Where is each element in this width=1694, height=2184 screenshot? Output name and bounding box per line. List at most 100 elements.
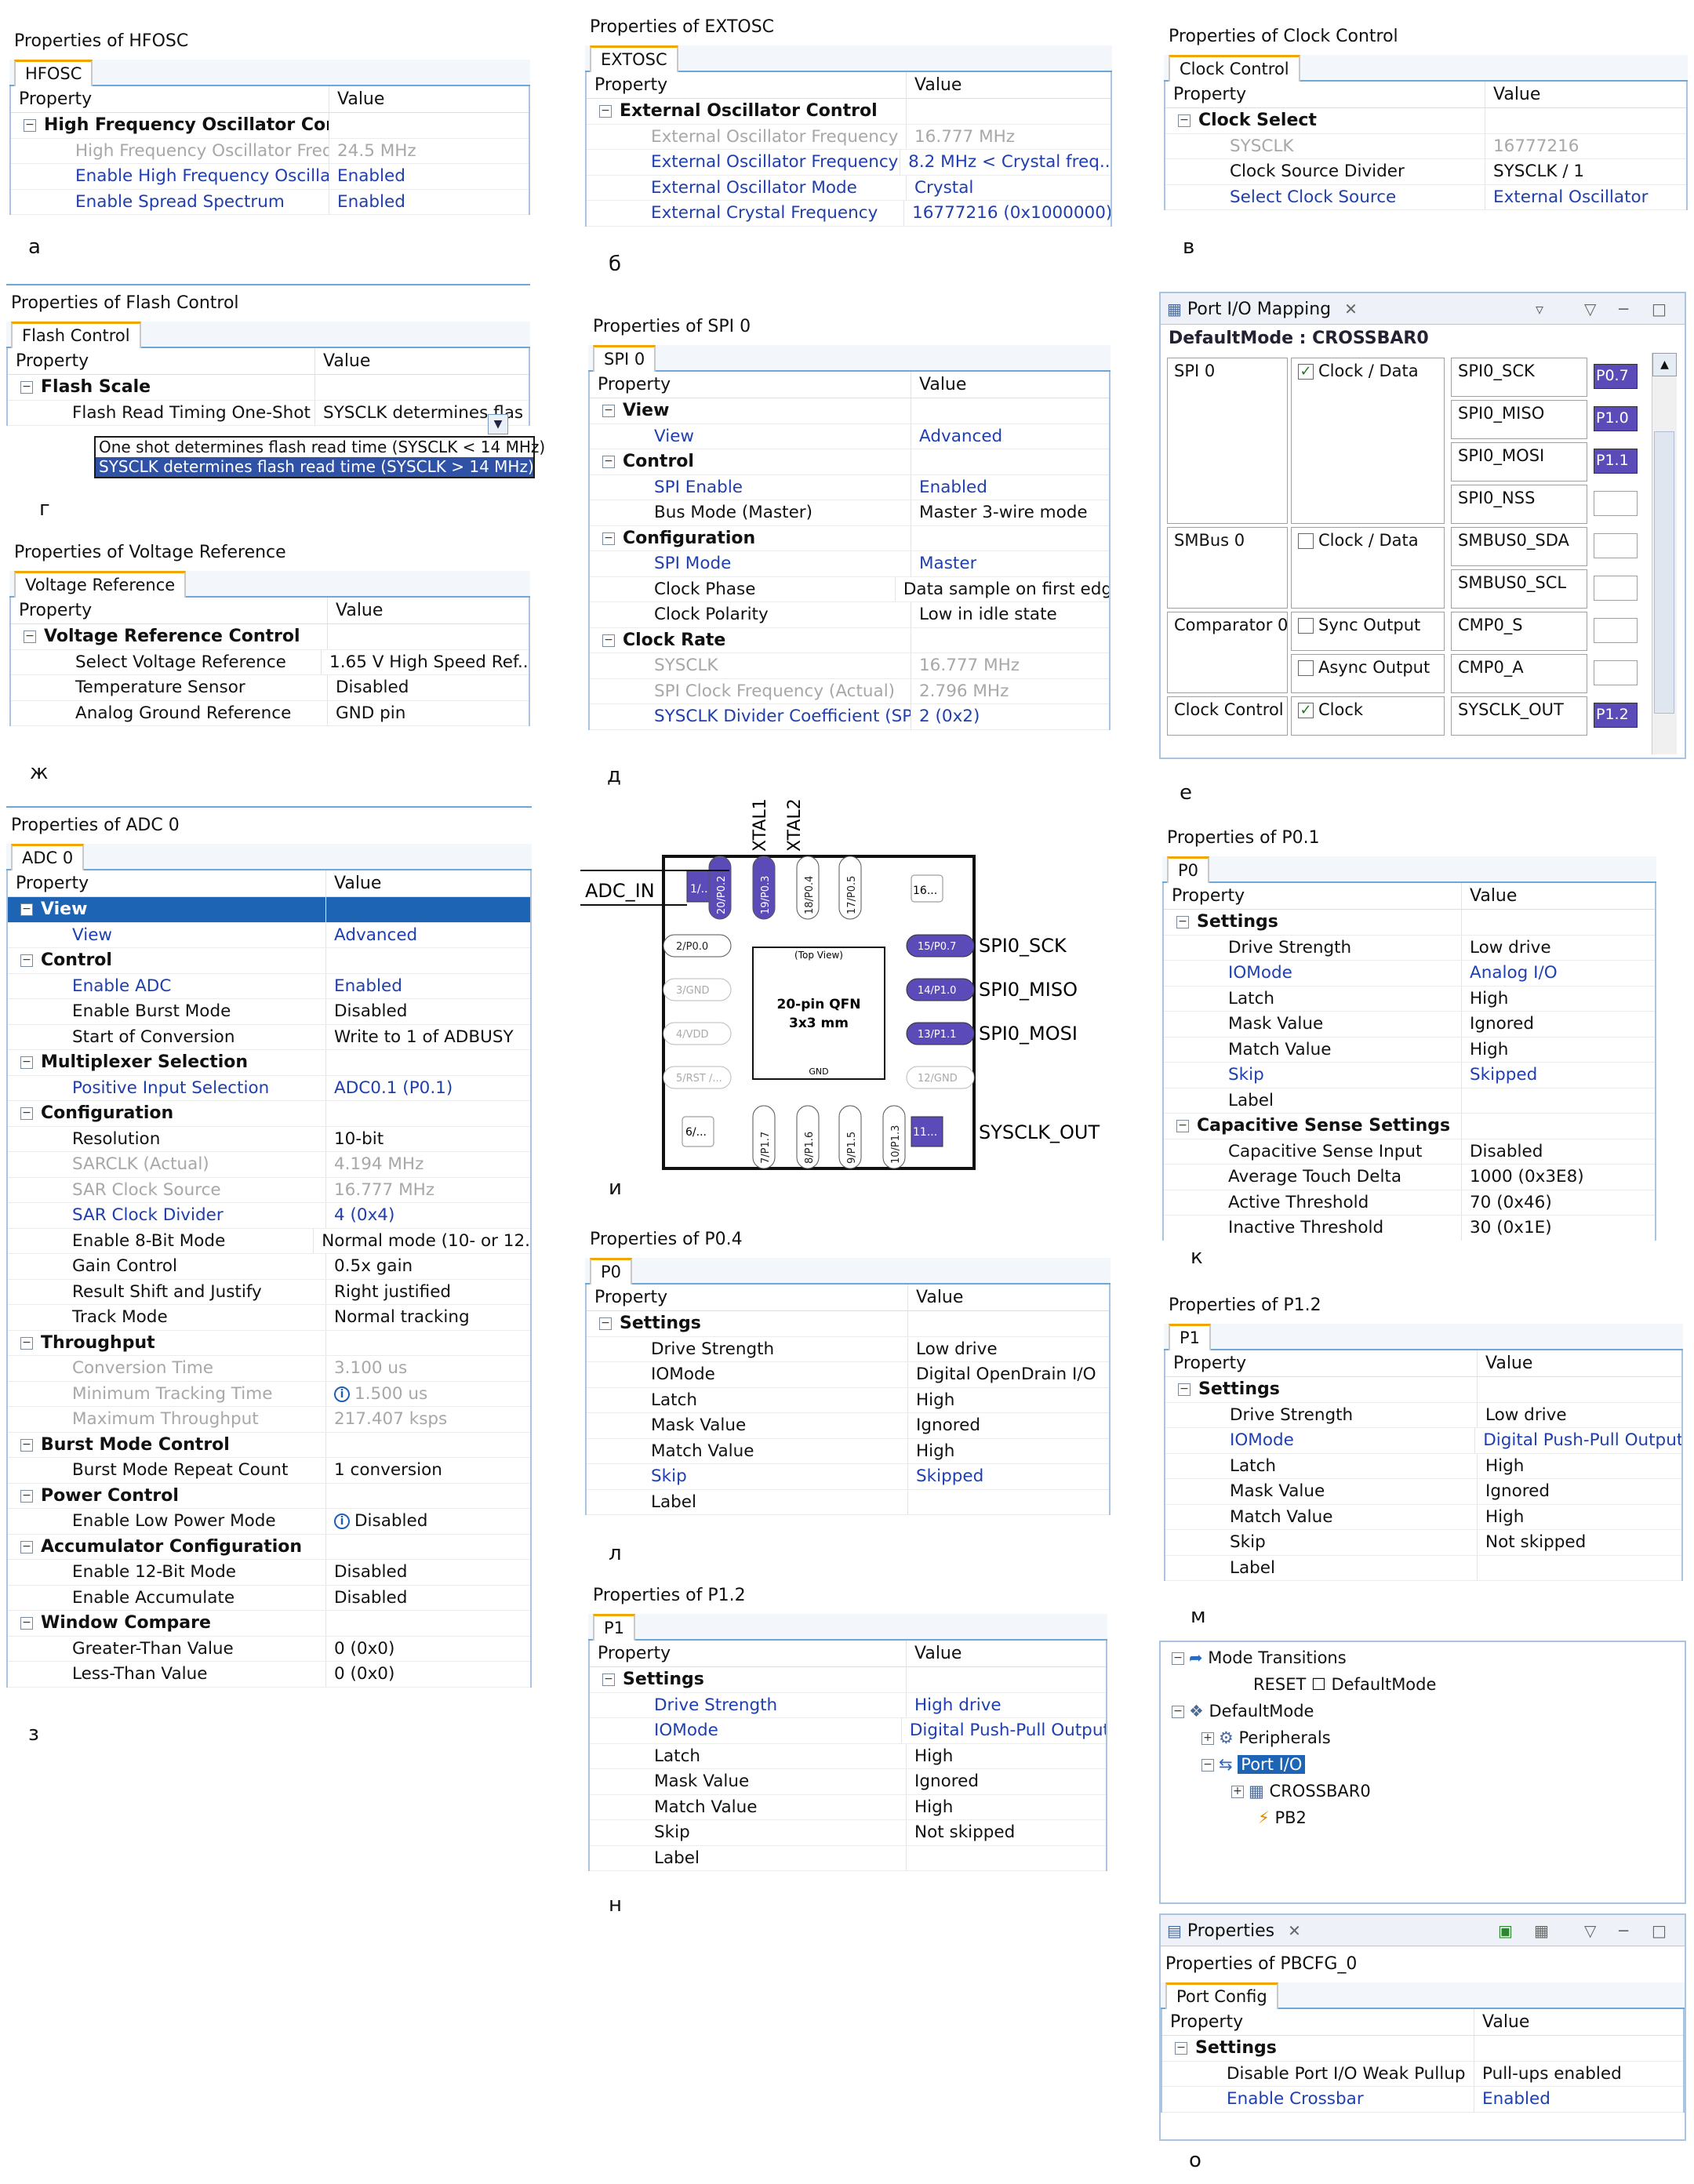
property-value[interactable]: Write to 1 of ADBUSY — [326, 1025, 514, 1050]
collapse-icon[interactable]: − — [1178, 1383, 1191, 1396]
table-row[interactable]: − Power Control — [8, 1483, 530, 1509]
table-row[interactable]: Analog Ground Reference GND pin — [11, 700, 529, 726]
collapse-icon[interactable]: − — [20, 1617, 33, 1630]
collapse-icon[interactable]: − — [1176, 1120, 1189, 1132]
property-value[interactable]: 10-bit — [326, 1127, 384, 1152]
property-value[interactable]: Disabled — [1462, 1139, 1543, 1165]
expand-icon[interactable]: + — [1231, 1786, 1244, 1798]
table-row[interactable]: Drive Strength High drive — [590, 1692, 1106, 1718]
table-row[interactable]: Track Mode Normal tracking — [8, 1305, 530, 1331]
table-row[interactable]: Latch High — [587, 1387, 1109, 1413]
table-row[interactable]: − Settings — [590, 1667, 1106, 1693]
property-value[interactable]: Low drive — [908, 1337, 998, 1362]
table-row[interactable]: − Voltage Reference Control — [11, 624, 529, 650]
property-value[interactable]: Ignored — [907, 1769, 979, 1794]
collapse-icon[interactable]: − — [20, 954, 33, 967]
property-value[interactable] — [326, 1331, 334, 1356]
table-row[interactable]: − Settings — [1165, 1377, 1681, 1403]
property-value[interactable]: Low drive — [1462, 936, 1551, 961]
table-row[interactable]: Capacitive Sense Input Disabled — [1164, 1139, 1655, 1165]
table-row[interactable]: − Settings — [1164, 910, 1655, 936]
table-row[interactable]: Result Shift and Justify Right justified — [8, 1279, 530, 1305]
tab-p12b[interactable]: P1 — [593, 1614, 636, 1641]
property-value[interactable] — [326, 948, 334, 973]
property-value[interactable] — [908, 1311, 916, 1336]
property-value[interactable]: 4.194 MHz — [326, 1152, 424, 1177]
table-row[interactable]: Mask Value Ignored — [1165, 1479, 1681, 1505]
property-value[interactable]: Digital Push-Pull Output — [902, 1718, 1106, 1743]
property-value[interactable]: Analog I/O — [1462, 961, 1558, 986]
property-value[interactable] — [1474, 2036, 1482, 2061]
table-row[interactable]: − Window Compare — [8, 1611, 530, 1637]
collapse-icon[interactable]: − — [24, 630, 36, 643]
property-value[interactable]: 16.777 MHz — [911, 653, 1020, 678]
property-value[interactable]: Ignored — [1462, 1012, 1534, 1037]
table-row[interactable]: Skip Skipped — [587, 1464, 1109, 1490]
pin-view-icon[interactable]: ▣ — [1498, 1915, 1513, 1946]
collapse-icon[interactable]: − — [1175, 2042, 1187, 2055]
table-row[interactable]: Label — [587, 1489, 1109, 1515]
table-row[interactable]: Enable Burst Mode Disabled — [8, 999, 530, 1025]
property-value[interactable]: High — [1478, 1505, 1524, 1530]
table-row[interactable]: − View — [8, 897, 530, 923]
table-row[interactable]: Enable Spread Spectrum Enabled — [11, 189, 529, 215]
property-value[interactable] — [911, 398, 919, 423]
property-value[interactable] — [315, 375, 323, 400]
table-row[interactable]: − External Oscillator Control — [587, 99, 1111, 125]
view-menu-icon[interactable]: ▽ — [1584, 1915, 1596, 1946]
tree-item-crossbar0[interactable]: + ▦ CROSSBAR0 — [1231, 1782, 1371, 1801]
table-row[interactable]: − Configuration — [590, 525, 1109, 551]
property-value[interactable] — [1462, 1088, 1470, 1114]
table-row[interactable]: Temperature Sensor Disabled — [11, 675, 529, 701]
table-row[interactable]: High Frequency Oscillator Freque 24.5 MHz — [11, 138, 529, 164]
table-row[interactable]: − Clock Rate — [590, 627, 1109, 653]
table-row[interactable]: Skip Not skipped — [590, 1820, 1106, 1846]
collapse-icon[interactable]: − — [20, 1489, 33, 1503]
property-value[interactable]: 30 (0x1E) — [1462, 1216, 1552, 1241]
table-row[interactable]: External Oscillator Frequency Cc 8.2 MHz … — [587, 150, 1111, 176]
property-value[interactable] — [328, 624, 336, 649]
property-value[interactable]: Master 3-wire mode — [911, 500, 1088, 525]
property-value[interactable]: High — [907, 1795, 953, 1820]
collapse-icon[interactable]: − — [602, 532, 615, 545]
property-value[interactable]: Ignored — [908, 1413, 980, 1438]
table-row[interactable]: View Advanced — [590, 423, 1109, 449]
property-value[interactable]: 2 (0x2) — [911, 704, 980, 729]
property-value[interactable]: i 1.500 us — [326, 1382, 427, 1407]
property-value[interactable]: 0 (0x0) — [326, 1662, 394, 1687]
property-value[interactable]: Enabled — [911, 475, 987, 500]
checkbox[interactable] — [1298, 618, 1314, 634]
property-value[interactable]: Low drive — [1478, 1403, 1567, 1428]
collapse-icon[interactable]: − — [20, 903, 33, 916]
table-row[interactable]: Latch High — [1165, 1453, 1681, 1479]
tab-p12a[interactable]: P1 — [1169, 1324, 1212, 1350]
property-value[interactable]: Advanced — [911, 424, 1002, 449]
collapse-icon[interactable]: − — [602, 456, 615, 468]
table-row[interactable]: − View — [590, 398, 1109, 424]
property-value[interactable] — [907, 99, 914, 124]
property-value[interactable] — [911, 449, 919, 474]
property-value[interactable]: 1000 (0x3E8) — [1462, 1165, 1584, 1190]
property-value[interactable]: 8.2 MHz < Crystal freq... — [900, 150, 1111, 175]
table-row[interactable]: Active Threshold 70 (0x46) — [1164, 1190, 1655, 1216]
property-value[interactable] — [1478, 1377, 1485, 1402]
property-value[interactable]: Skipped — [1462, 1063, 1537, 1088]
property-value[interactable]: Advanced — [326, 923, 417, 948]
close-icon[interactable]: ✕ — [1288, 1915, 1301, 1946]
table-row[interactable]: Select Clock Source External Oscillator — [1165, 184, 1686, 210]
property-value[interactable]: Disabled — [328, 675, 409, 700]
property-value[interactable]: Enabled — [329, 190, 405, 215]
table-row[interactable]: IOMode Digital Push-Pull Output — [590, 1718, 1106, 1744]
table-row[interactable]: Mask Value Ignored — [590, 1769, 1106, 1795]
property-value[interactable]: Crystal — [907, 176, 973, 201]
table-row[interactable]: Resolution 10-bit — [8, 1126, 530, 1152]
table-row[interactable]: − Control — [8, 948, 530, 974]
tree-item-defaultmode[interactable]: − ❖ DefaultMode — [1172, 1702, 1314, 1721]
maximize-icon[interactable]: □ — [1652, 1915, 1667, 1946]
property-value[interactable]: Low in idle state — [911, 602, 1057, 627]
table-row[interactable]: View Advanced — [8, 922, 530, 948]
tree-item-mode-transitions[interactable]: − ➦ Mode Transitions — [1172, 1648, 1347, 1667]
collapse-icon[interactable]: − — [599, 105, 612, 118]
table-row[interactable]: Drive Strength Low drive — [587, 1336, 1109, 1362]
table-row[interactable]: Average Touch Delta 1000 (0x3E8) — [1164, 1165, 1655, 1190]
